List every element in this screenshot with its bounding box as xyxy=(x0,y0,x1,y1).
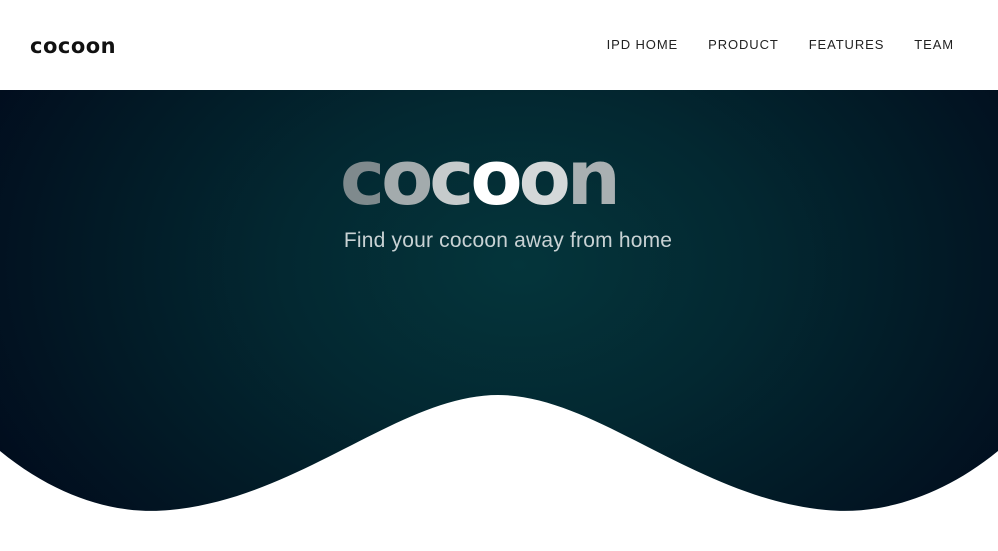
top-navbar: cocoon IPD HOME PRODUCT FEATURES TEAM xyxy=(0,0,998,90)
logo-letter: o xyxy=(518,133,571,222)
nav-link-product[interactable]: PRODUCT xyxy=(708,36,779,54)
logo-letter: c xyxy=(429,133,474,222)
logo-letter: o xyxy=(470,133,522,222)
brand-logo-link[interactable]: cocoon xyxy=(30,30,116,62)
nav-link-features[interactable]: FEATURES xyxy=(809,36,885,54)
logo-letter: c xyxy=(340,133,385,222)
nav-link-team[interactable]: TEAM xyxy=(914,36,954,54)
nav-link-ipd-home[interactable]: IPD HOME xyxy=(607,36,678,54)
hero-section: c o c o o n Find your cocoon away from h… xyxy=(0,90,998,551)
logo-letter: n xyxy=(566,133,621,222)
logo-letter: o xyxy=(381,133,433,222)
hero-tagline: Find your cocoon away from home xyxy=(343,229,673,252)
hero-cocoon-logo: c o c o o n xyxy=(340,138,670,218)
main-nav: IPD HOME PRODUCT FEATURES TEAM xyxy=(607,36,954,54)
